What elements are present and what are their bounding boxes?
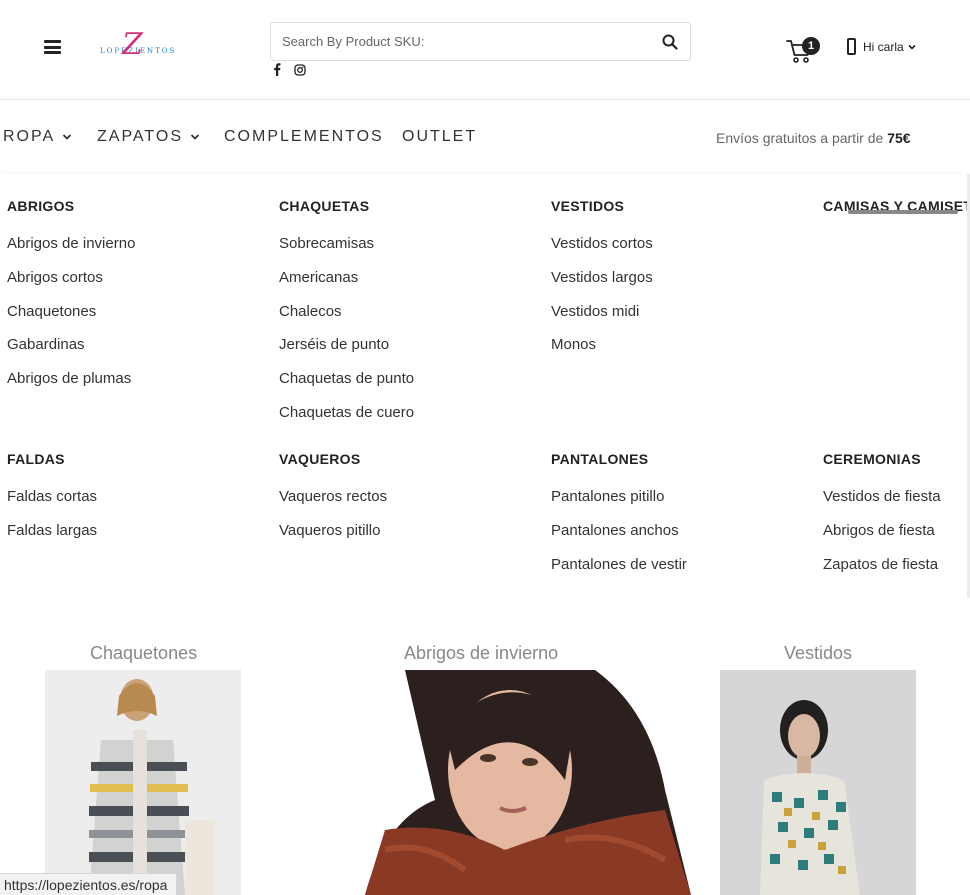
menu-column-vestidos: VESTIDOS Vestidos cortos Vestidos largos… — [551, 198, 811, 370]
nav-item-zapatos[interactable]: ZAPATOS — [97, 128, 200, 146]
menu-link[interactable]: Faldas largas — [7, 522, 267, 556]
ropa-mega-menu: ABRIGOS Abrigos de invierno Abrigos cort… — [0, 174, 970, 598]
nav-item-label: COMPLEMENTOS — [224, 128, 384, 145]
menu-link[interactable]: Vestidos de fiesta — [823, 488, 967, 522]
facebook-icon[interactable] — [270, 63, 283, 76]
menu-link[interactable]: Abrigos cortos — [7, 269, 267, 303]
category-image-vestidos[interactable] — [720, 670, 916, 895]
nav-item-outlet[interactable]: OUTLET — [402, 128, 477, 146]
menu-link[interactable]: Vestidos cortos — [551, 235, 811, 269]
mobile-icon — [847, 38, 856, 55]
site-header: LOPEZIENTOS Z 1 Hi carla — [0, 0, 970, 100]
column-scroll-thumb[interactable] — [848, 210, 958, 214]
menu-column-ceremonias: CEREMONIAS Vestidos de fiesta Abrigos de… — [823, 451, 967, 589]
menu-link[interactable]: Chaquetones — [7, 303, 267, 337]
menu-link[interactable]: Vaqueros pitillo — [279, 522, 539, 556]
search-icon[interactable] — [662, 34, 678, 50]
cart-button[interactable]: 1 — [786, 37, 822, 65]
category-image-chaquetones[interactable] — [45, 670, 241, 895]
menu-link[interactable]: Vaqueros rectos — [279, 488, 539, 522]
menu-link[interactable]: Chaquetas de cuero — [279, 404, 539, 438]
menu-hamburger-icon[interactable] — [44, 40, 61, 54]
menu-column-title[interactable]: VAQUEROS — [279, 451, 539, 469]
search-input[interactable] — [271, 23, 651, 60]
shipping-text: Envíos gratuitos a partir de — [716, 130, 888, 146]
menu-link[interactable]: Abrigos de invierno — [7, 235, 267, 269]
category-title-chaquetones[interactable]: Chaquetones — [90, 643, 197, 664]
menu-column-title[interactable]: CEREMONIAS — [823, 451, 967, 469]
nav-item-complementos[interactable]: COMPLEMENTOS — [224, 128, 384, 146]
menu-link[interactable]: Pantalones de vestir — [551, 556, 811, 590]
menu-link[interactable]: Jerséis de punto — [279, 336, 539, 370]
menu-link[interactable]: Vestidos largos — [551, 269, 811, 303]
chevron-down-icon — [908, 44, 916, 50]
menu-link[interactable]: Pantalones anchos — [551, 522, 811, 556]
menu-link[interactable]: Sobrecamisas — [279, 235, 539, 269]
main-nav: ROPA ZAPATOS COMPLEMENTOS OUTLET Envíos … — [0, 100, 970, 174]
nav-item-label: OUTLET — [402, 128, 478, 145]
category-grid: Chaquetones Abrigos de invierno Vestidos — [0, 598, 970, 895]
nav-item-label: ZAPATOS — [97, 128, 184, 145]
browser-status-bar: https://lopezientos.es/ropa — [0, 873, 178, 895]
chevron-down-icon — [63, 134, 72, 140]
menu-column-pantalones: PANTALONES Pantalones pitillo Pantalones… — [551, 451, 811, 589]
category-title-abrigos-invierno[interactable]: Abrigos de invierno — [404, 643, 558, 664]
menu-column-title[interactable]: CHAQUETAS — [279, 198, 539, 216]
menu-column-vaqueros: VAQUEROS Vaqueros rectos Vaqueros pitill… — [279, 451, 539, 556]
menu-link[interactable]: Abrigos de fiesta — [823, 522, 967, 556]
menu-column-title[interactable]: ABRIGOS — [7, 198, 267, 216]
menu-column-abrigos: ABRIGOS Abrigos de invierno Abrigos cort… — [7, 198, 267, 404]
brand-logo[interactable]: LOPEZIENTOS Z — [98, 27, 188, 68]
cart-count-badge: 1 — [802, 37, 820, 55]
social-links — [270, 63, 306, 76]
menu-link[interactable]: Monos — [551, 336, 811, 370]
menu-column-chaquetas: CHAQUETAS Sobrecamisas Americanas Chalec… — [279, 198, 539, 438]
user-greeting: Hi carla — [863, 39, 904, 54]
free-shipping-notice: Envíos gratuitos a partir de 75€ — [716, 130, 911, 146]
logo-monogram: Z — [122, 27, 143, 62]
menu-column-title[interactable]: PANTALONES — [551, 451, 811, 469]
menu-column-faldas: FALDAS Faldas cortas Faldas largas — [7, 451, 267, 556]
nav-item-ropa[interactable]: ROPA — [3, 128, 72, 146]
menu-column-title[interactable]: VESTIDOS — [551, 198, 811, 216]
instagram-icon[interactable] — [293, 63, 306, 76]
category-image-abrigos-invierno[interactable] — [365, 670, 691, 895]
user-menu[interactable]: Hi carla — [847, 38, 916, 55]
shipping-amount: 75€ — [887, 130, 911, 146]
menu-link[interactable]: Gabardinas — [7, 336, 267, 370]
chevron-down-icon — [190, 134, 200, 140]
menu-link[interactable]: Americanas — [279, 269, 539, 303]
menu-link[interactable]: Chaquetas de punto — [279, 370, 539, 404]
menu-link[interactable]: Vestidos midi — [551, 303, 811, 337]
search-box — [270, 22, 691, 61]
menu-column-title[interactable]: FALDAS — [7, 451, 267, 469]
menu-link[interactable]: Abrigos de plumas — [7, 370, 267, 404]
menu-link[interactable]: Pantalones pitillo — [551, 488, 811, 522]
menu-link[interactable]: Zapatos de fiesta — [823, 556, 967, 590]
category-title-vestidos[interactable]: Vestidos — [784, 643, 852, 664]
menu-link[interactable]: Faldas cortas — [7, 488, 267, 522]
menu-link[interactable]: Chalecos — [279, 303, 539, 337]
nav-item-label: ROPA — [3, 128, 56, 145]
